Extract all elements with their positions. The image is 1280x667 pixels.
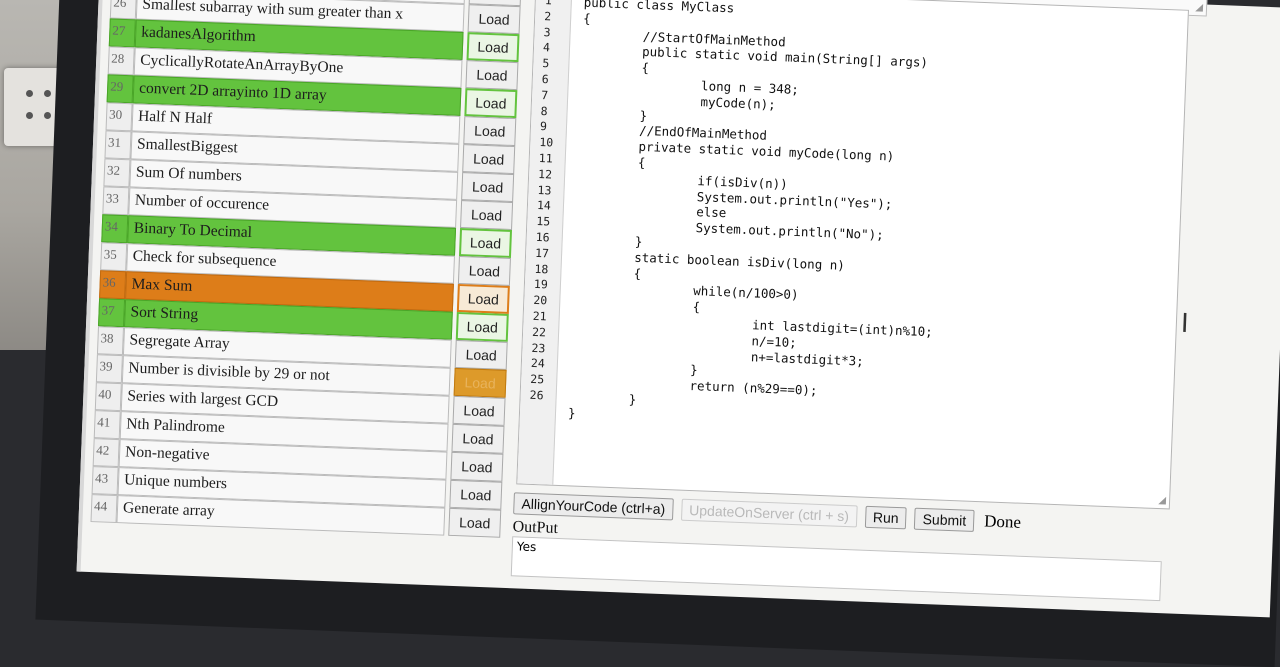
load-button[interactable]: Load [448,507,502,538]
line-number: 24 [530,356,546,371]
problem-number: 34 [101,214,129,244]
output-area[interactable]: Yes [510,536,1162,602]
load-button[interactable]: Load [457,255,511,286]
line-number: 16 [535,229,550,245]
problem-number: 35 [100,242,128,272]
load-button[interactable]: Load [453,367,507,398]
problem-number: 43 [91,466,119,496]
problem-number: 33 [102,186,130,216]
problem-number: 38 [96,326,124,356]
text-cursor-icon: I [1180,308,1190,340]
line-number: 15 [536,214,551,229]
align-code-button[interactable]: AllignYourCode (ctrl+a) [513,492,674,521]
line-number: 14 [536,198,552,213]
line-number: 22 [531,324,547,340]
status-text: Done [983,511,1022,532]
line-number: 10 [539,135,554,150]
line-number-gutter: 1 2 3 4 5 6 7 8 9 10 11 12 13 14 15 16 17 18 19 20 21 22 23 24 2… [517,0,573,485]
line-number: 12 [537,166,553,182]
problem-number: 28 [107,46,135,76]
line-number: 8 [540,103,548,118]
line-number: 5 [542,56,550,71]
load-button[interactable]: Load [451,423,505,454]
line-number: 11 [538,150,553,166]
load-button[interactable]: Load [467,4,521,35]
submit-button[interactable]: Submit [914,507,975,532]
problem-number: 39 [95,354,123,384]
problem-number: 41 [93,410,121,440]
line-number: 13 [537,182,552,198]
load-button[interactable]: Load [464,88,518,119]
line-number: 4 [542,40,551,55]
line-number: 25 [530,371,545,387]
load-button[interactable]: Load [452,395,506,426]
line-number: 6 [541,72,550,87]
update-on-server-button[interactable]: UpdateOnServer (ctrl + s) [680,498,858,528]
resize-handle-icon[interactable]: ◢ [1158,495,1166,506]
line-number: 21 [532,308,547,324]
resize-handle-icon[interactable]: ◢ [1195,2,1203,13]
load-button[interactable]: Load [449,479,503,510]
problem-number: 36 [99,270,127,300]
output-text: Yes [516,539,537,555]
line-number: 20 [533,293,548,308]
problem-number: 29 [106,74,134,104]
problem-number: 27 [108,18,136,48]
line-number: 9 [539,119,548,134]
load-button[interactable]: Load [460,200,514,231]
problem-number: 30 [105,102,133,132]
load-button[interactable]: Load [465,60,519,91]
problem-number: 40 [94,382,122,412]
problem-number: 31 [104,130,132,160]
run-button[interactable]: Run [864,505,908,530]
code-text[interactable]: public class MyClass{ //StartOfMainMetho… [568,0,945,435]
output-label: OutPut [512,518,559,537]
load-button[interactable]: Load [456,283,510,314]
line-number: 23 [531,340,546,355]
load-button[interactable]: Load [458,228,513,258]
line-number: 17 [534,245,550,261]
load-button[interactable]: Load [461,172,515,203]
code-editor[interactable]: 1 2 3 4 5 6 7 8 9 10 11 12 13 14 15 16 17 18 19 20 21 22 23 24 2… [516,0,1189,510]
problem-number: 32 [103,158,131,188]
problem-number: 37 [98,298,126,328]
problem-number: 44 [90,494,118,524]
problem-number: 42 [92,438,120,468]
line-number: 18 [534,261,549,276]
load-button[interactable]: Load [455,311,509,342]
line-number: 7 [540,87,549,103]
problem-list: 25find intersection elementLoad26Smalles… [90,0,522,538]
load-button[interactable]: Load [466,32,520,63]
load-button[interactable]: Load [463,116,517,147]
load-button[interactable]: Load [450,451,504,482]
line-number: 2 [543,8,552,24]
line-number: 19 [533,277,549,292]
line-number: 26 [529,387,544,403]
problem-number: 26 [109,0,137,20]
load-button[interactable]: Load [462,144,516,175]
line-number: 3 [543,24,551,39]
screen: 25find intersection elementLoad26Smalles… [76,0,1280,618]
load-button[interactable]: Load [454,339,508,370]
